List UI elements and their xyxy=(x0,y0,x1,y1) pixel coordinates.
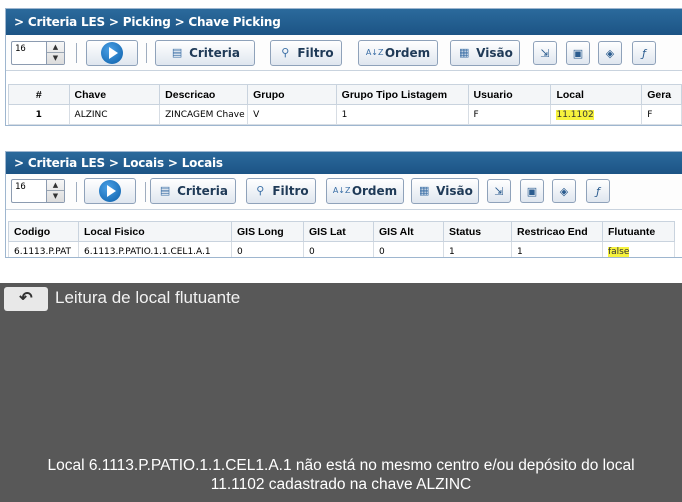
floating-location-dialog: ↶ Leitura de local flutuante Local 6.111… xyxy=(0,283,682,502)
view-icon: ▦ xyxy=(418,184,430,197)
spinner-arrows-icon[interactable]: ▲ ▼ xyxy=(46,42,64,64)
cell-gis-lat: 0 xyxy=(303,241,374,257)
column-header[interactable]: # xyxy=(8,84,70,105)
export-icon[interactable]: ⇲ xyxy=(487,179,511,203)
code-icon[interactable]: ◈ xyxy=(552,179,576,203)
cell-usuario: F xyxy=(467,104,552,125)
column-header[interactable]: Local Fisico xyxy=(78,221,232,242)
message-line: Local 6.1113.P.PATIO.1.1.CEL1.A.1 não es… xyxy=(47,457,635,474)
visao-label: Visão xyxy=(436,184,473,198)
visao-button[interactable]: ▦ Visão xyxy=(450,40,520,66)
play-icon xyxy=(101,42,123,64)
toolbar-separator xyxy=(76,182,77,202)
toolbar: 16 ▲ ▼ ▤ Criteria ⚲ Filtro A↓Z Ordem ▦ Vi… xyxy=(6,35,682,71)
table-row[interactable]: 1 ALZINC ZINCAGEM Chave V 1 F 11.1102 F xyxy=(8,104,682,125)
export-icon[interactable]: ⇲ xyxy=(533,41,557,65)
criteria-icon: ▤ xyxy=(159,184,171,197)
visao-button[interactable]: ▦ Visão xyxy=(411,178,479,204)
page-size-value[interactable]: 16 xyxy=(15,44,26,54)
dialog-title: Leitura de local flutuante xyxy=(55,288,241,307)
spinner-arrows-icon[interactable]: ▲ ▼ xyxy=(46,180,64,202)
highlighted-flutuante: false xyxy=(608,246,630,257)
column-header[interactable]: Usuario xyxy=(467,84,552,105)
locais-table: Codigo Local Fisico GIS Long GIS Lat GIS… xyxy=(8,221,675,257)
sort-az-icon: A↓Z xyxy=(332,186,351,195)
toolbar-separator xyxy=(145,182,146,202)
cell-gis-alt: 0 xyxy=(373,241,444,257)
criteria-button[interactable]: ▤ Criteria xyxy=(150,178,236,204)
filtro-label: Filtro xyxy=(297,46,334,60)
visao-label: Visão xyxy=(476,46,513,60)
column-header[interactable]: GIS Alt xyxy=(373,221,444,242)
filtro-button[interactable]: ⚲ Filtro xyxy=(246,178,316,204)
column-header[interactable]: Restricao End xyxy=(511,221,603,242)
page-size-spinner[interactable]: 16 ▲ ▼ xyxy=(11,179,65,203)
cell-grupo-tipo: 1 xyxy=(335,104,469,125)
column-header[interactable]: Flutuante xyxy=(602,221,675,242)
column-header[interactable]: Grupo xyxy=(247,84,337,105)
column-header[interactable]: GIS Long xyxy=(231,221,304,242)
ordem-button[interactable]: A↓Z Ordem xyxy=(358,40,438,66)
table-row[interactable]: 6.1113.P.PAT 6.1113.P.PATIO.1.1.CEL1.A.1… xyxy=(8,241,675,257)
cell-flutuante: false xyxy=(602,241,675,257)
message-line: 11.1102 cadastrado na chave ALZINC xyxy=(210,476,472,493)
picking-panel: > Criteria LES > Picking > Chave Picking… xyxy=(5,8,682,126)
toolbar-separator xyxy=(76,43,77,63)
function-icon[interactable]: ƒ xyxy=(586,179,610,203)
column-header[interactable]: Grupo Tipo Listagem xyxy=(335,84,469,105)
table-header-row: # Chave Descricao Grupo Grupo Tipo Lista… xyxy=(8,84,682,105)
funnel-icon: ⚲ xyxy=(281,46,290,59)
column-header[interactable]: Status xyxy=(443,221,512,242)
picking-table: # Chave Descricao Grupo Grupo Tipo Lista… xyxy=(8,84,682,125)
view-icon: ▦ xyxy=(458,46,470,59)
locais-panel: > Criteria LES > Locais > Locais 16 ▲ ▼ ▤… xyxy=(5,151,682,258)
column-header[interactable]: Codigo xyxy=(8,221,79,242)
code-icon[interactable]: ◈ xyxy=(598,41,622,65)
criteria-label: Criteria xyxy=(189,46,240,60)
back-button[interactable]: ↶ xyxy=(4,287,48,311)
play-icon xyxy=(99,180,121,202)
criteria-button[interactable]: ▤ Criteria xyxy=(155,40,255,66)
save-icon[interactable]: ▣ xyxy=(520,179,544,203)
cell-gis-long: 0 xyxy=(231,241,304,257)
filtro-label: Filtro xyxy=(272,184,309,198)
breadcrumb: > Criteria LES > Picking > Chave Picking xyxy=(6,9,682,35)
highlighted-local: 11.1102 xyxy=(556,109,594,120)
cell-descricao: ZINCAGEM Chave xyxy=(159,104,249,125)
cell-local: 11.1102 xyxy=(550,104,643,125)
cell-gera: F xyxy=(641,104,682,125)
function-icon[interactable]: ƒ xyxy=(632,41,656,65)
cell-grupo: V xyxy=(247,104,337,125)
sort-az-icon: A↓Z xyxy=(365,48,384,57)
filtro-button[interactable]: ⚲ Filtro xyxy=(270,40,342,66)
run-button[interactable] xyxy=(84,178,136,204)
column-header[interactable]: Gera xyxy=(641,84,682,105)
page-size-spinner[interactable]: 16 ▲ ▼ xyxy=(11,41,65,65)
cell-codigo: 6.1113.P.PAT xyxy=(8,241,79,257)
cell-local-fisico: 6.1113.P.PATIO.1.1.CEL1.A.1 xyxy=(78,241,232,257)
criteria-icon: ▤ xyxy=(171,46,183,59)
save-icon[interactable]: ▣ xyxy=(566,41,590,65)
toolbar: 16 ▲ ▼ ▤ Criteria ⚲ Filtro A↓Z Ordem ▦ Vi… xyxy=(6,174,682,210)
ordem-button[interactable]: A↓Z Ordem xyxy=(326,178,404,204)
column-header[interactable]: GIS Lat xyxy=(303,221,374,242)
page-size-value[interactable]: 16 xyxy=(15,182,26,192)
back-arrow-icon: ↶ xyxy=(19,290,33,307)
cell-chave: ALZINC xyxy=(68,104,161,125)
criteria-label: Criteria xyxy=(177,184,228,198)
ordem-label: Ordem xyxy=(384,46,431,60)
cell-restricao-end: 1 xyxy=(511,241,603,257)
ordem-label: Ordem xyxy=(351,184,398,198)
funnel-icon: ⚲ xyxy=(256,184,265,197)
cell-status: 1 xyxy=(443,241,512,257)
run-button[interactable] xyxy=(86,40,138,66)
column-header[interactable]: Descricao xyxy=(159,84,249,105)
table-header-row: Codigo Local Fisico GIS Long GIS Lat GIS… xyxy=(8,221,675,242)
row-number: 1 xyxy=(8,104,70,125)
breadcrumb: > Criteria LES > Locais > Locais xyxy=(6,152,682,174)
dialog-message: Local 6.1113.P.PATIO.1.1.CEL1.A.1 não es… xyxy=(0,456,682,494)
column-header[interactable]: Chave xyxy=(68,84,161,105)
toolbar-separator xyxy=(146,43,147,63)
column-header[interactable]: Local xyxy=(550,84,643,105)
